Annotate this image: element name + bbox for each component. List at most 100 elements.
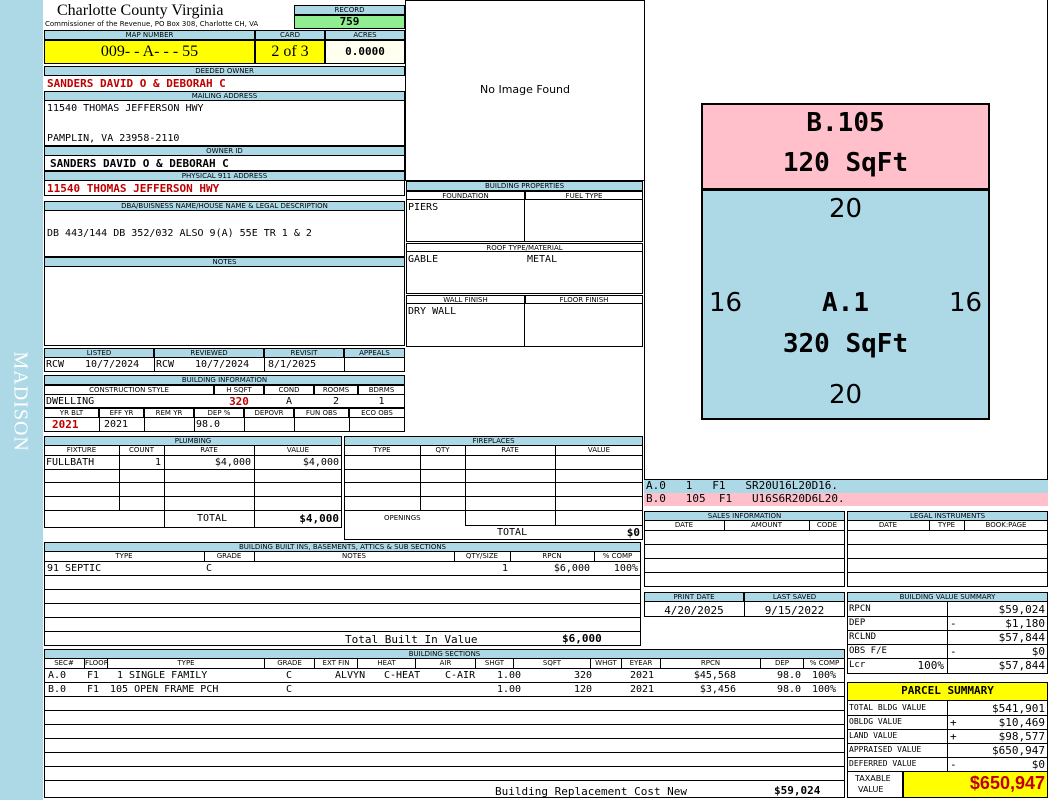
plumbing-header: PLUMBING (44, 436, 342, 446)
appeals-header: APPEALS (344, 348, 405, 358)
plumbing-col-rate: RATE (200, 446, 218, 454)
effyr-header: EFF YR (99, 408, 144, 418)
section-row-a-floor: F1 (87, 670, 100, 681)
plumbing-total: $4,000 (299, 512, 339, 525)
vs-lcr-label: Lcr (849, 660, 866, 670)
section-row-a-comp: 100% (812, 670, 837, 681)
ecoobs-header: ECO OBS (349, 408, 405, 418)
listed-header: LISTED (44, 348, 154, 358)
section-row-a-ext: ALVYN (335, 670, 366, 681)
sections-col-eyear: EYEAR (621, 659, 660, 668)
listed-by: RCW (46, 359, 65, 370)
builtins-col-type: TYPE (115, 552, 133, 560)
ps-obldg-label: OBLDG VALUE (849, 717, 902, 726)
funobs-header: FUN OBS (294, 408, 349, 418)
floor-finish-header: FLOOR FINISH (525, 295, 643, 304)
sections-col-type: TYPE (107, 659, 264, 668)
section-row-a-air: C-AIR (445, 670, 476, 681)
county-subtitle: Commissioner of the Revenue, PO Box 308,… (45, 20, 259, 28)
ps-appraised-label: APPRAISED VALUE (849, 745, 922, 754)
vs-lcr-pct: 100% (917, 659, 945, 672)
side-label: MADISON (9, 351, 32, 452)
taxable-value: $650,947 (969, 773, 1045, 793)
builtins-col-rpcn: RPCN (542, 552, 562, 560)
plumbing-count: 1 (154, 457, 161, 468)
builtins-row-qty: 1 (501, 563, 508, 574)
card-value: 2 of 3 (255, 40, 325, 64)
reviewed-by: RCW (156, 359, 175, 370)
sections-col-dep: DEP (760, 659, 803, 668)
building-properties-header: BUILDING PROPERTIES (406, 181, 643, 191)
wall-finish-header: WALL FINISH (406, 295, 525, 304)
ps-total-bldg: $541,901 (992, 702, 1045, 715)
plumbing-col-count: COUNT (128, 446, 155, 454)
builtins-header: BUILDING BUILT INS, BASEMENTS, ATTICS & … (44, 542, 641, 552)
ps-land: $98,577 (998, 730, 1045, 743)
sections-header: BUILDING SECTIONS (44, 649, 845, 659)
section-a-label: A.1 (822, 288, 869, 318)
deeded-owner: SANDERS DAVID O & DEBORAH C (47, 77, 226, 90)
roof-box (406, 252, 643, 294)
legal-col-type: TYPE (937, 521, 956, 529)
wall-finish-value: DRY WALL (408, 306, 457, 317)
revisit-date: 8/1/2025 (268, 359, 317, 370)
rooms-value: 2 (332, 396, 340, 407)
vs-obs: $0 (1031, 645, 1045, 658)
section-row-a-sqft: 320 (573, 670, 592, 681)
foundation-header: FOUNDATION (406, 191, 525, 200)
section-row-b-eyear: 2021 (630, 684, 655, 695)
sketch-legend-b-text: B.0 105 F1 U16S6R20D6L20. (646, 492, 845, 505)
reviewed-header: REVIEWED (154, 348, 264, 358)
builtins-row-rpcn: $6,000 (553, 563, 590, 574)
section-row-a-heat: C-HEAT (384, 670, 421, 681)
section-row-b-dep: 98.0 (777, 684, 802, 695)
style-value: DWELLING (46, 396, 95, 407)
effyr-value: 2021 (104, 419, 129, 430)
ps-total-bldg-label: TOTAL BLDG VALUE (849, 703, 927, 712)
sections-col-whgt: WHGT (590, 659, 621, 668)
builtins-total-label: Total Built In Value (345, 633, 478, 646)
hsqft-value: 320 (229, 395, 249, 408)
fuel-type-box (524, 200, 643, 242)
plumbing-total-label: TOTAL (197, 513, 228, 524)
physical-address-header: PHYSICAL 911 ADDRESS (44, 171, 405, 181)
section-b-label: B.105 (806, 108, 885, 138)
section-row-b-grade: C (286, 684, 293, 695)
sections-col-shgt: SHGT (475, 659, 513, 668)
print-date-header: PRINT DATE (644, 592, 744, 602)
section-row-a-eyear: 2021 (630, 670, 655, 681)
acres-value: 0.0000 (325, 40, 405, 64)
sales-header: SALES INFORMATION (644, 511, 845, 521)
ps-obldg: $10,469 (998, 716, 1045, 729)
section-row-a-dep: 98.0 (777, 670, 802, 681)
plumbing-col-value: VALUE (286, 446, 310, 454)
card-header: CARD (255, 30, 325, 40)
parcel-summary-title-text: PARCEL SUMMARY (901, 684, 994, 697)
foundation-value: PIERS (408, 202, 439, 213)
section-row-a-shgt: 1.00 (497, 670, 522, 681)
last-saved-date: 9/15/2022 (764, 604, 825, 617)
section-row-a-type: 1 SINGLE FAMILY (117, 670, 208, 681)
dba-header: DBA/BUISNESS NAME/HOUSE NAME & LEGAL DES… (44, 201, 405, 211)
rooms-header: ROOMS (314, 385, 358, 395)
fireplaces-col-rate: RATE (501, 446, 519, 454)
sections-col-grade: GRADE (264, 659, 314, 668)
legal-col-date: DATE (878, 521, 898, 529)
sections-col-rpcn: RPCN (660, 659, 760, 668)
map-number: 009- - A- - - 55 (44, 40, 255, 64)
builtins-col-notes: NOTES (342, 552, 366, 560)
section-row-b-floor: F1 (87, 684, 100, 695)
roof-type: GABLE (408, 254, 439, 265)
vs-lcr: $57,844 (998, 659, 1045, 672)
section-a-bottom-dim: 20 (828, 380, 863, 410)
yrblt-value: 2021 (52, 418, 79, 431)
mailing-line1: 11540 THOMAS JEFFERSON HWY (47, 103, 204, 114)
hsqft-header: H SQFT (214, 385, 264, 395)
dep-value: 98.0 (196, 419, 221, 430)
owner-id-header: OWNER ID (44, 146, 405, 156)
county-title: Charlotte County Virginia (57, 2, 224, 19)
sales-col-date: DATE (674, 521, 694, 529)
reviewed-date: 10/7/2024 (195, 359, 250, 370)
roof-header: ROOF TYPE/MATERIAL (406, 243, 643, 252)
deeded-owner-header: DEEDED OWNER (44, 66, 405, 76)
